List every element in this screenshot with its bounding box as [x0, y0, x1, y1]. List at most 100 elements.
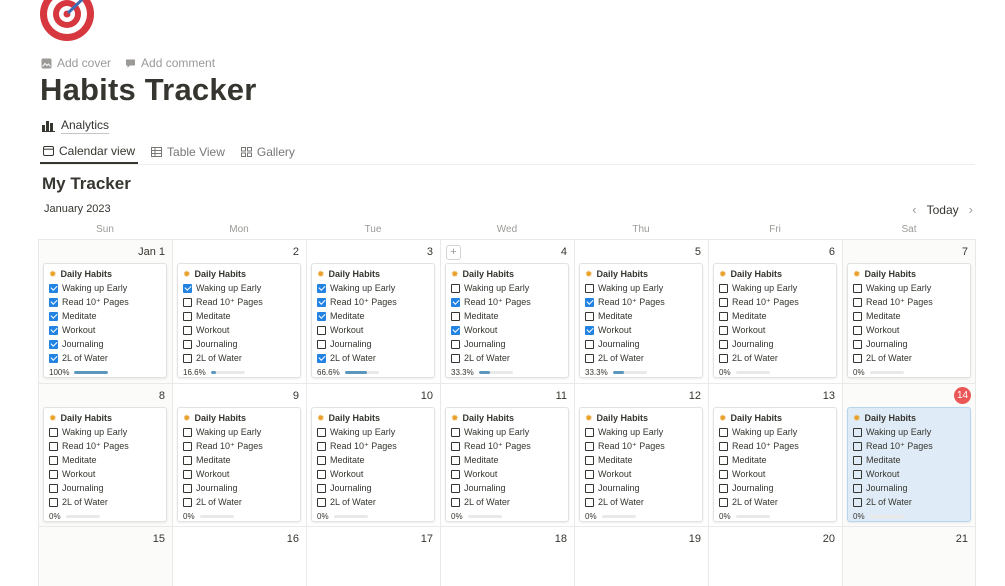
habit-checkbox[interactable]	[585, 427, 594, 437]
habit-checkbox[interactable]	[719, 339, 728, 349]
calendar-day-cell[interactable]: 3 ✹ Daily Habits Waking up Early Read 10⁺ Pa…	[306, 239, 440, 383]
habit-card[interactable]: ✹ Daily Habits Waking up Early Read 10⁺ Pag…	[847, 407, 971, 522]
analytics-link[interactable]: Analytics	[42, 118, 110, 134]
calendar-day-cell[interactable]: 6 ✹ Daily Habits Waking up Early Read 10⁺ Pa…	[708, 239, 842, 383]
chevron-left-icon[interactable]: ‹	[912, 202, 916, 217]
habit-checkbox[interactable]	[585, 497, 594, 507]
calendar-day-cell[interactable]: 13 ✹ Daily Habits Waking up Early Read 10⁺ P…	[708, 383, 842, 526]
habit-checkbox[interactable]	[719, 427, 728, 437]
habit-checkbox[interactable]	[49, 311, 58, 321]
habit-checkbox[interactable]	[183, 427, 192, 437]
habit-card[interactable]: ✹ Daily Habits Waking up Early Read 10⁺ Pag…	[847, 263, 971, 378]
habit-checkbox[interactable]	[49, 283, 58, 293]
habit-checkbox[interactable]	[719, 325, 728, 335]
habit-checkbox[interactable]	[719, 455, 728, 465]
calendar-day-cell[interactable]: 20	[708, 526, 842, 586]
habit-checkbox[interactable]	[853, 311, 862, 321]
habit-card[interactable]: ✹ Daily Habits Waking up Early Read 10⁺ Pag…	[311, 263, 435, 378]
habit-checkbox[interactable]	[49, 469, 58, 479]
habit-checkbox[interactable]	[719, 469, 728, 479]
habit-checkbox[interactable]	[183, 441, 192, 451]
calendar-day-cell[interactable]: 2 ✹ Daily Habits Waking up Early Read 10⁺ Pa…	[172, 239, 306, 383]
habit-checkbox[interactable]	[451, 283, 460, 293]
calendar-day-cell[interactable]: 9 ✹ Daily Habits Waking up Early Read 10⁺ Pa…	[172, 383, 306, 526]
habit-checkbox[interactable]	[183, 353, 192, 363]
add-cover-button[interactable]: Add cover	[41, 56, 111, 70]
habit-checkbox[interactable]	[451, 469, 460, 479]
calendar-day-cell[interactable]: 10 ✹ Daily Habits Waking up Early Read 10⁺ P…	[306, 383, 440, 526]
calendar-day-cell[interactable]: +4 ✹ Daily Habits Waking up Early Read 10⁺ P…	[440, 239, 574, 383]
habit-card[interactable]: ✹ Daily Habits Waking up Early Read 10⁺ Pag…	[177, 407, 301, 522]
habit-card[interactable]: ✹ Daily Habits Waking up Early Read 10⁺ Pag…	[579, 407, 703, 522]
habit-checkbox[interactable]	[719, 441, 728, 451]
habit-checkbox[interactable]	[183, 339, 192, 349]
calendar-day-cell[interactable]: 11 ✹ Daily Habits Waking up Early Read 10⁺ P…	[440, 383, 574, 526]
habit-checkbox[interactable]	[49, 339, 58, 349]
habit-checkbox[interactable]	[49, 497, 58, 507]
habit-checkbox[interactable]	[719, 311, 728, 321]
habit-checkbox[interactable]	[183, 311, 192, 321]
page-title[interactable]: Habits Tracker	[40, 72, 256, 108]
calendar-day-cell[interactable]: 15	[38, 526, 172, 586]
habit-checkbox[interactable]	[719, 483, 728, 493]
habit-checkbox[interactable]	[585, 441, 594, 451]
habit-checkbox[interactable]	[853, 483, 862, 493]
habit-card[interactable]: ✹ Daily Habits Waking up Early Read 10⁺ Pag…	[177, 263, 301, 378]
habit-checkbox[interactable]	[317, 497, 326, 507]
habit-checkbox[interactable]	[585, 311, 594, 321]
habit-checkbox[interactable]	[183, 469, 192, 479]
habit-checkbox[interactable]	[49, 297, 58, 307]
database-title[interactable]: My Tracker	[42, 174, 131, 194]
habit-checkbox[interactable]	[853, 455, 862, 465]
habit-card[interactable]: ✹ Daily Habits Waking up Early Read 10⁺ Pag…	[713, 263, 837, 378]
habit-checkbox[interactable]	[585, 283, 594, 293]
chevron-right-icon[interactable]: ›	[969, 202, 973, 217]
habit-checkbox[interactable]	[451, 297, 460, 307]
today-button[interactable]: Today	[927, 203, 959, 217]
habit-card[interactable]: ✹ Daily Habits Waking up Early Read 10⁺ Pag…	[445, 407, 569, 522]
habit-checkbox[interactable]	[183, 483, 192, 493]
calendar-day-cell[interactable]: 17	[306, 526, 440, 586]
habit-checkbox[interactable]	[317, 339, 326, 349]
habit-checkbox[interactable]	[451, 353, 460, 363]
habit-checkbox[interactable]	[853, 283, 862, 293]
habit-checkbox[interactable]	[49, 427, 58, 437]
habit-checkbox[interactable]	[317, 283, 326, 293]
habit-checkbox[interactable]	[49, 353, 58, 363]
habit-checkbox[interactable]	[451, 441, 460, 451]
habit-checkbox[interactable]	[853, 339, 862, 349]
tab-table-view[interactable]: Table View	[148, 140, 228, 163]
habit-checkbox[interactable]	[451, 427, 460, 437]
calendar-day-cell[interactable]: 5 ✹ Daily Habits Waking up Early Read 10⁺ Pa…	[574, 239, 708, 383]
habit-checkbox[interactable]	[719, 353, 728, 363]
habit-checkbox[interactable]	[853, 497, 862, 507]
habit-checkbox[interactable]	[719, 283, 728, 293]
habit-checkbox[interactable]	[585, 325, 594, 335]
tab-gallery[interactable]: Gallery	[238, 140, 298, 163]
habit-checkbox[interactable]	[317, 353, 326, 363]
habit-checkbox[interactable]	[853, 441, 862, 451]
habit-checkbox[interactable]	[49, 325, 58, 335]
habit-checkbox[interactable]	[49, 441, 58, 451]
habit-checkbox[interactable]	[183, 455, 192, 465]
habit-checkbox[interactable]	[317, 455, 326, 465]
habit-checkbox[interactable]	[585, 339, 594, 349]
habit-checkbox[interactable]	[451, 339, 460, 349]
habit-checkbox[interactable]	[451, 455, 460, 465]
habit-checkbox[interactable]	[853, 469, 862, 479]
habit-checkbox[interactable]	[317, 469, 326, 479]
habit-card[interactable]: ✹ Daily Habits Waking up Early Read 10⁺ Pag…	[43, 263, 167, 378]
calendar-day-cell[interactable]: Jan 1 ✹ Daily Habits Waking up Early Read 10…	[38, 239, 172, 383]
habit-checkbox[interactable]	[853, 297, 862, 307]
habit-checkbox[interactable]	[451, 483, 460, 493]
calendar-day-cell[interactable]: 12 ✹ Daily Habits Waking up Early Read 10⁺ P…	[574, 383, 708, 526]
habit-checkbox[interactable]	[183, 497, 192, 507]
add-comment-button[interactable]: Add comment	[125, 56, 215, 70]
calendar-day-cell[interactable]: 19	[574, 526, 708, 586]
calendar-day-cell[interactable]: 7 ✹ Daily Habits Waking up Early Read 10⁺ Pa…	[842, 239, 976, 383]
habit-checkbox[interactable]	[183, 297, 192, 307]
habit-checkbox[interactable]	[853, 427, 862, 437]
habit-checkbox[interactable]	[183, 325, 192, 335]
habit-checkbox[interactable]	[585, 469, 594, 479]
habit-checkbox[interactable]	[317, 441, 326, 451]
